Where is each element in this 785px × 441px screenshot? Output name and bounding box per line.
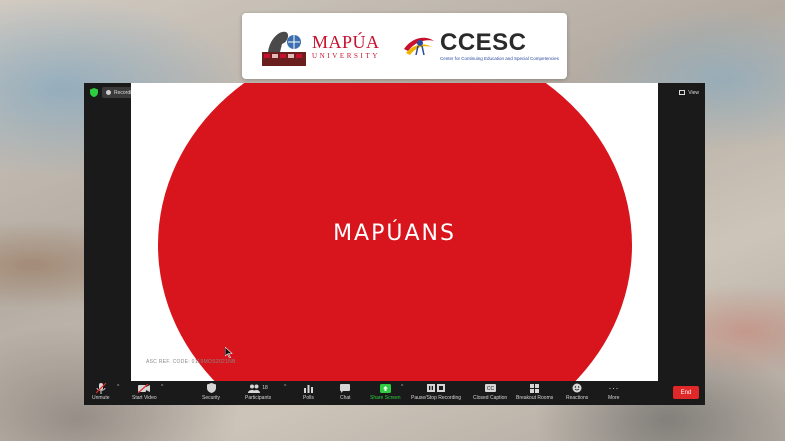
polls-label: Polls (303, 395, 314, 401)
end-meeting-button[interactable]: End (673, 386, 699, 399)
security-shield-icon (206, 383, 216, 393)
view-label: View (688, 89, 699, 96)
mapua-name: MAPÚA (312, 31, 380, 52)
stop-icon (437, 384, 446, 392)
video-off-icon (138, 383, 151, 393)
security-label: Security (202, 395, 221, 401)
more-label: More (608, 395, 620, 401)
closed-caption-icon: CC (484, 384, 496, 392)
reactions-label: Reactions (566, 395, 589, 401)
participants-label: Participants (245, 395, 272, 401)
pause-recording-label: Pause/Stop Recording (411, 395, 462, 401)
closed-caption-label: Closed Caption (473, 395, 508, 401)
ccesc-name: CCESC (440, 28, 527, 56)
more-button[interactable]: ··· More (608, 382, 619, 401)
chat-button[interactable]: Chat (340, 382, 351, 401)
mapua-seal-icon (262, 31, 306, 66)
unmute-label: Unmute (92, 395, 110, 401)
ccesc-logo: CCESC Center for Continuing Education an… (402, 28, 559, 62)
mouse-cursor-icon (225, 347, 233, 358)
polls-button[interactable]: Polls (303, 382, 314, 401)
ccesc-subtitle: Center for Continuing Education and Spec… (440, 55, 559, 61)
recording-cloud-icon (106, 90, 111, 95)
more-dots-icon: ··· (608, 383, 619, 393)
reactions-button[interactable]: Reactions (566, 382, 588, 401)
security-button[interactable]: Security (202, 382, 220, 401)
share-options-chevron-icon[interactable]: ^ (401, 384, 403, 390)
share-screen-button[interactable]: Share Screen (370, 382, 401, 401)
breakout-rooms-button[interactable]: Breakout Rooms (516, 382, 553, 401)
chat-icon (340, 383, 351, 393)
pause-recording-button[interactable]: Pause/Stop Recording (411, 382, 461, 401)
svg-text:CC: CC (486, 386, 494, 392)
ref-code: ASC REF. CODE: 0119MOS2021NB (146, 359, 236, 365)
reactions-smiley-icon (572, 383, 582, 393)
logo-banner: MAPÚA UNIVERSITY CCESC Center for Contin… (242, 13, 567, 79)
shared-slide: MAPÚANS ASC REF. CODE: 0119MOS2021NB (131, 83, 658, 381)
ccesc-swoosh-icon (404, 37, 434, 56)
start-video-button[interactable]: Start Video (132, 382, 157, 401)
view-button[interactable]: View (679, 87, 699, 98)
meeting-toolbar: Unmute ^ Start Video ^ Security 18 Parti… (84, 381, 705, 405)
video-options-chevron-icon[interactable]: ^ (161, 384, 163, 390)
polls-icon (303, 384, 313, 393)
share-screen-label: Share Screen (370, 395, 401, 401)
unmute-button[interactable]: Unmute (92, 382, 110, 401)
slide-title: MAPÚANS (333, 221, 456, 246)
share-screen-icon (379, 383, 391, 393)
chat-label: Chat (340, 395, 351, 401)
start-video-label: Start Video (132, 395, 157, 401)
participants-chevron-icon[interactable]: ^ (284, 384, 286, 390)
zoom-meeting-window: Recording... ❚❚ ■ View MAPÚANS ASC REF. … (84, 83, 705, 405)
participants-button[interactable]: 18 Participants (245, 382, 271, 401)
participants-icon (248, 384, 261, 393)
pause-icon (427, 384, 436, 392)
breakout-rooms-label: Breakout Rooms (516, 395, 554, 401)
participants-count: 18 (262, 385, 268, 391)
mic-muted-icon (95, 382, 106, 394)
mapua-sub: UNIVERSITY (312, 51, 380, 60)
view-grid-icon (679, 90, 686, 95)
shield-icon[interactable] (90, 88, 98, 97)
mapua-logo: MAPÚA UNIVERSITY (260, 24, 380, 68)
closed-caption-button[interactable]: CC Closed Caption (473, 382, 507, 401)
breakout-rooms-icon (530, 383, 540, 393)
audio-options-chevron-icon[interactable]: ^ (117, 384, 119, 390)
